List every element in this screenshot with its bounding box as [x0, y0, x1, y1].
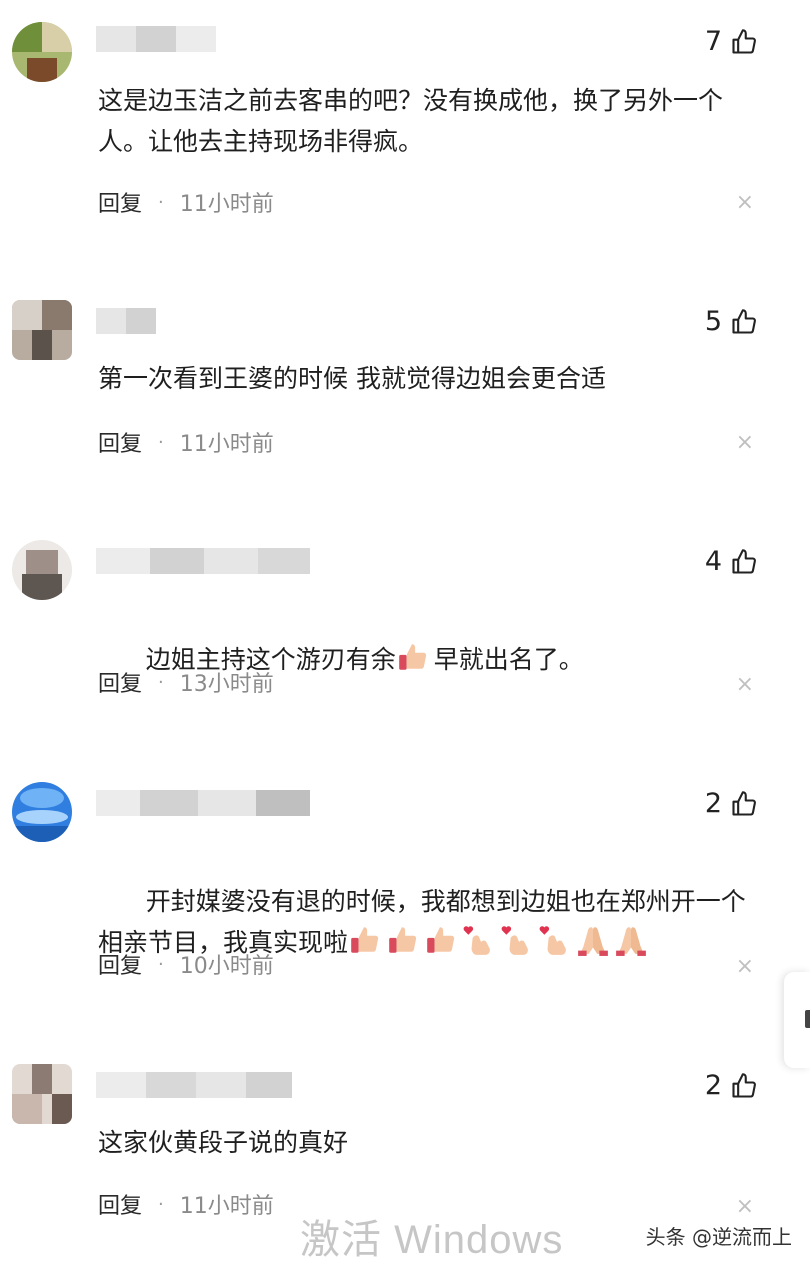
thumbs-up-emoji-icon: [351, 927, 379, 953]
comment-time: 11小时前: [179, 192, 274, 217]
thumbs-up-icon: [730, 28, 758, 56]
reply-button[interactable]: 回复: [98, 666, 142, 698]
comment-meta: 回复 · 11小时前: [98, 186, 274, 218]
like-button[interactable]: 7: [705, 26, 758, 57]
avatar[interactable]: [12, 300, 72, 360]
comment-meta: 回复 · 11小时前: [98, 1188, 274, 1220]
comment-text: 这家伙黄段子说的真好: [98, 1128, 349, 1157]
comment-time: 11小时前: [179, 1194, 274, 1219]
like-count: 2: [704, 788, 722, 819]
avatar[interactable]: [12, 22, 72, 82]
finger-heart-emoji-icon: [501, 926, 528, 955]
comment-text-part: 早就出名了。: [433, 645, 584, 674]
separator-dot: ·: [158, 191, 164, 213]
like-count: 5: [704, 306, 722, 337]
thumbs-up-icon: [730, 1072, 758, 1100]
separator-dot: ·: [158, 953, 164, 975]
reply-button[interactable]: 回复: [98, 948, 142, 980]
avatar[interactable]: [12, 1064, 72, 1124]
comment-time: 11小时前: [179, 432, 274, 457]
username-blurred[interactable]: [96, 548, 310, 574]
comment-text-part: 开封媒婆没有退的时候，我都想到边姐也在郑州开一个相亲节目，我真实现啦: [98, 887, 746, 957]
username-blurred[interactable]: [96, 1072, 292, 1098]
username-blurred[interactable]: [96, 26, 216, 52]
like-count: 2: [704, 1070, 722, 1101]
username-blurred[interactable]: [96, 790, 310, 816]
like-button[interactable]: 4: [705, 546, 758, 577]
username-blurred[interactable]: [96, 308, 156, 334]
separator-dot: ·: [158, 431, 164, 453]
thumbs-up-icon: [730, 548, 758, 576]
source-credit: 头条 @逆流而上: [645, 1225, 792, 1249]
like-count: 4: [704, 546, 722, 577]
comment-text: 第一次看到王婆的时候 我就觉得边姐会更合适: [98, 364, 606, 393]
reply-button[interactable]: 回复: [98, 426, 142, 458]
like-button[interactable]: 5: [705, 306, 758, 337]
side-tab-handle: [805, 1010, 810, 1028]
pray-emoji-icon: [578, 927, 608, 956]
thumbs-up-icon: [730, 790, 758, 818]
avatar[interactable]: [12, 782, 72, 842]
comment-time: 13小时前: [179, 672, 274, 697]
avatar[interactable]: [12, 540, 72, 600]
thumbs-up-emoji-icon: [389, 927, 417, 953]
comment-text: 这是边玉洁之前去客串的吧？没有换成他，换了另外一个人。让他去主持现场非得疯。: [98, 86, 724, 156]
like-count: 7: [704, 26, 722, 57]
comment-time: 10小时前: [179, 954, 274, 979]
separator-dot: ·: [158, 671, 164, 693]
close-icon[interactable]: ×: [736, 190, 754, 215]
thumbs-up-emoji-icon: [398, 644, 426, 670]
comment-meta: 回复 · 11小时前: [98, 426, 274, 458]
close-icon[interactable]: ×: [736, 1194, 754, 1219]
like-button[interactable]: 2: [705, 788, 758, 819]
reply-button[interactable]: 回复: [98, 186, 142, 218]
close-icon[interactable]: ×: [736, 672, 754, 697]
comment-meta: 回复 · 13小时前: [98, 666, 274, 698]
comment-text: 边姐主持这个游刃有余 早就出名了。: [98, 598, 758, 721]
side-float-tab[interactable]: [784, 972, 810, 1068]
windows-activation-watermark: 激活 Windows: [300, 1218, 564, 1262]
pray-emoji-icon: [616, 927, 646, 956]
finger-heart-emoji-icon: [539, 926, 566, 955]
reply-button[interactable]: 回复: [98, 1188, 142, 1220]
comment-meta: 回复 · 10小时前: [98, 948, 274, 980]
close-icon[interactable]: ×: [736, 430, 754, 455]
separator-dot: ·: [158, 1193, 164, 1215]
finger-heart-emoji-icon: [463, 926, 490, 955]
thumbs-up-emoji-icon: [427, 927, 455, 953]
comment-list-page: 7 这是边玉洁之前去客串的吧？没有换成他，换了另外一个人。让他去主持现场非得疯。…: [0, 0, 810, 1264]
close-icon[interactable]: ×: [736, 954, 754, 979]
thumbs-up-icon: [730, 308, 758, 336]
like-button[interactable]: 2: [705, 1070, 758, 1101]
